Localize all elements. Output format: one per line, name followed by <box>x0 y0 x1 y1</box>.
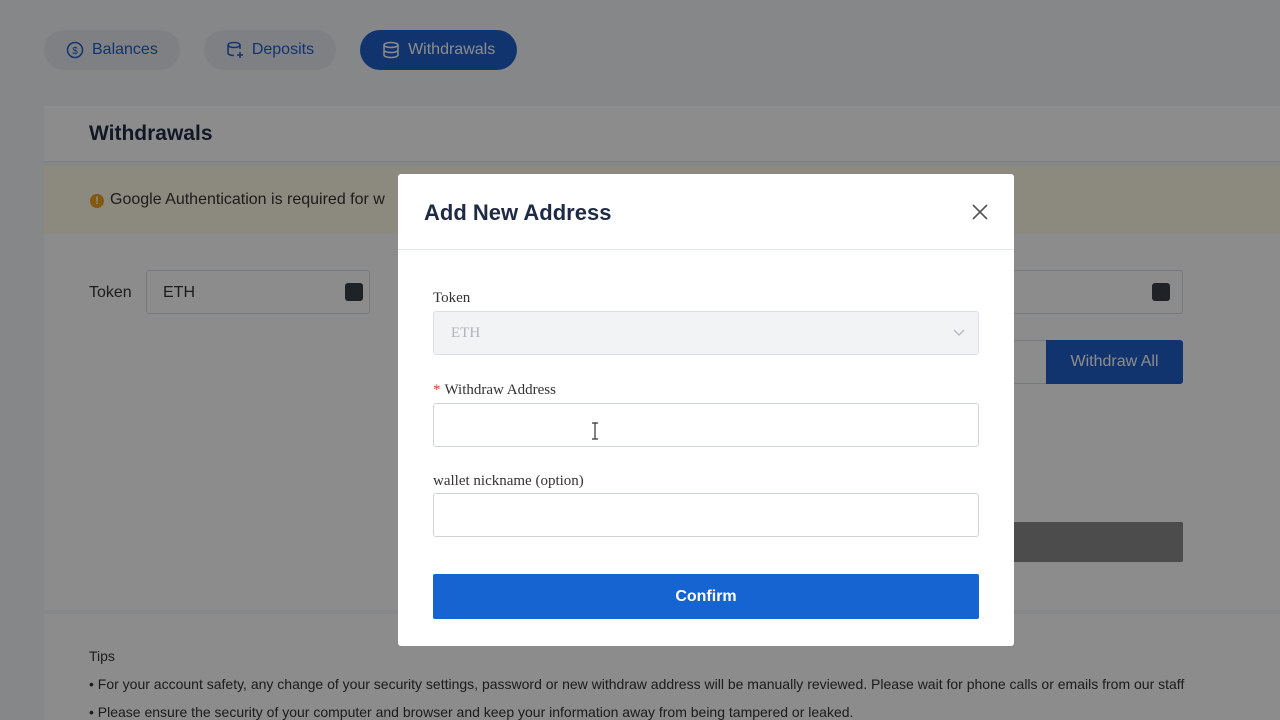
token-dropdown[interactable]: ETH <box>433 311 979 355</box>
add-address-dialog: Add New Address Token ETH * Withdraw Addr… <box>398 174 1014 646</box>
close-icon <box>972 204 988 220</box>
dialog-header: Add New Address <box>398 174 1014 250</box>
close-button[interactable] <box>970 202 990 222</box>
wallet-nickname-label: wallet nickname (option) <box>433 473 584 489</box>
confirm-button[interactable]: Confirm <box>433 574 979 619</box>
withdraw-address-label: * Withdraw Address <box>433 382 556 399</box>
token-field-label: Token <box>433 290 471 306</box>
wallet-nickname-input[interactable] <box>433 493 979 537</box>
token-dropdown-value: ETH <box>451 325 481 341</box>
withdraw-address-input[interactable] <box>433 403 979 447</box>
withdraw-address-label-text: Withdraw Address <box>444 382 556 398</box>
text-cursor-icon <box>592 422 598 440</box>
chevron-down-icon <box>953 329 965 336</box>
required-mark: * <box>433 382 441 398</box>
dialog-title: Add New Address <box>424 200 612 225</box>
